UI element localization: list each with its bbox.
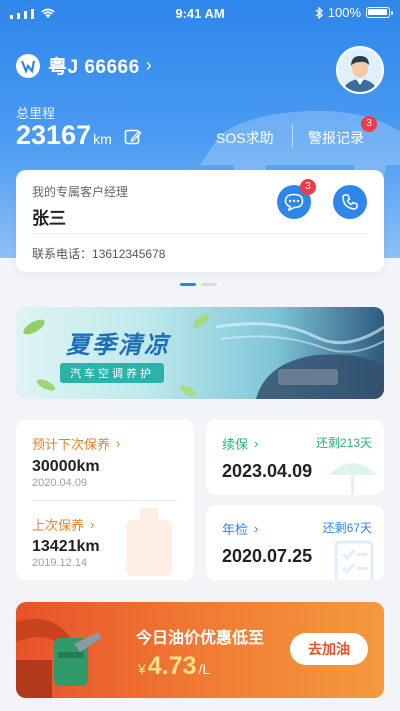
banner-title: 夏季清凉 [66,332,170,359]
manager-divider [32,233,368,234]
battery-percent: 100% [327,5,361,20]
refuel-button[interactable]: 去加油 [290,633,368,665]
chevron-right-icon: › [145,55,152,75]
chevron-right-icon: › [116,436,121,451]
inspection-label: 年检 [222,522,249,537]
phone-label: 联系电话： [32,247,93,261]
chevron-right-icon: › [254,436,259,451]
battery-icon [366,7,393,18]
oil-price-banner[interactable]: 今日油价优惠低至 ¥ 4.73 /L 去加油 [16,602,384,698]
brand-logo-icon [16,53,40,78]
phone-icon [342,194,358,210]
checklist-icon [334,540,374,580]
oil-currency: ¥ [138,661,146,677]
alarm-records-button[interactable]: 警报记录 [308,128,364,148]
manager-title: 我的专属客户经理 [32,185,129,199]
mileage-display: 23167 km [16,120,142,151]
chevron-right-icon: › [254,521,259,536]
last-maintenance-date: 2019.12.14 [32,557,88,569]
promo-banner[interactable]: 夏季清凉 汽车空调养护 [16,307,384,399]
umbrella-icon [329,463,377,495]
inspection-link[interactable]: 年检 › [222,519,258,538]
insurance-date: 2023.04.09 [222,461,313,481]
bluetooth-icon [315,6,323,19]
manager-card: 我的专属客户经理 张三 3 联系电话：13612345678 [16,170,384,272]
sos-button[interactable]: SOS求助 [216,128,274,148]
mileage-unit: km [93,131,112,147]
mileage-value: 23167 [16,120,92,150]
carousel-indicator [180,283,217,286]
alarm-badge: 3 [361,116,377,132]
maintenance-divider [32,500,178,501]
maintenance-card[interactable]: 预计下次保养 › 30000km 2020.04.09 上次保养 › 13421km… [16,420,194,580]
fuel-nozzle-icon [16,618,102,698]
inspection-date: 2020.07.25 [222,546,313,566]
oil-price-value: 4.73 [147,652,197,680]
insurance-label: 续保 [222,437,249,452]
oil-can-icon [126,508,172,576]
last-maintenance-value: 13421km [32,538,100,555]
oil-title: 今日油价优惠低至 [136,630,265,647]
status-bar: 9:41 AM 100% [0,0,400,28]
plate-number: 粤J 66666 [48,57,140,78]
carousel-dot-active [180,283,196,286]
oil-price: ¥ 4.73 /L [138,652,210,681]
inspection-remaining: 还剩67天 [322,521,372,535]
phone-number[interactable]: 13612345678 [92,247,165,261]
chevron-right-icon: › [90,517,95,532]
next-maintenance-value: 30000km [32,458,100,475]
chat-badge: 3 [300,179,316,195]
insurance-card[interactable]: 续保 › 还剩213天 2023.04.09 [206,420,384,495]
manager-name: 张三 [32,209,66,228]
inspection-card[interactable]: 年检 › 还剩67天 2020.07.25 [206,505,384,580]
next-maintenance-link[interactable]: 预计下次保养 › [32,434,120,453]
oil-price-unit: /L [198,661,211,677]
action-divider [292,124,293,148]
avatar[interactable] [336,46,384,94]
last-maintenance-label: 上次保养 [32,518,85,533]
call-button[interactable] [333,185,367,219]
vehicle-selector[interactable]: 粤J 66666 › [16,52,152,79]
chat-icon [284,193,304,211]
banner-subtitle: 汽车空调养护 [60,363,164,383]
next-maintenance-label: 预计下次保养 [32,437,111,452]
avatar-icon [338,48,382,92]
edit-icon[interactable] [124,128,142,146]
insurance-remaining: 还剩213天 [315,436,372,450]
last-maintenance-link[interactable]: 上次保养 › [32,515,94,534]
insurance-link[interactable]: 续保 › [222,434,258,453]
next-maintenance-date: 2020.04.09 [32,477,88,489]
carousel-dot [201,283,217,286]
manager-phone: 联系电话：13612345678 [32,245,165,262]
